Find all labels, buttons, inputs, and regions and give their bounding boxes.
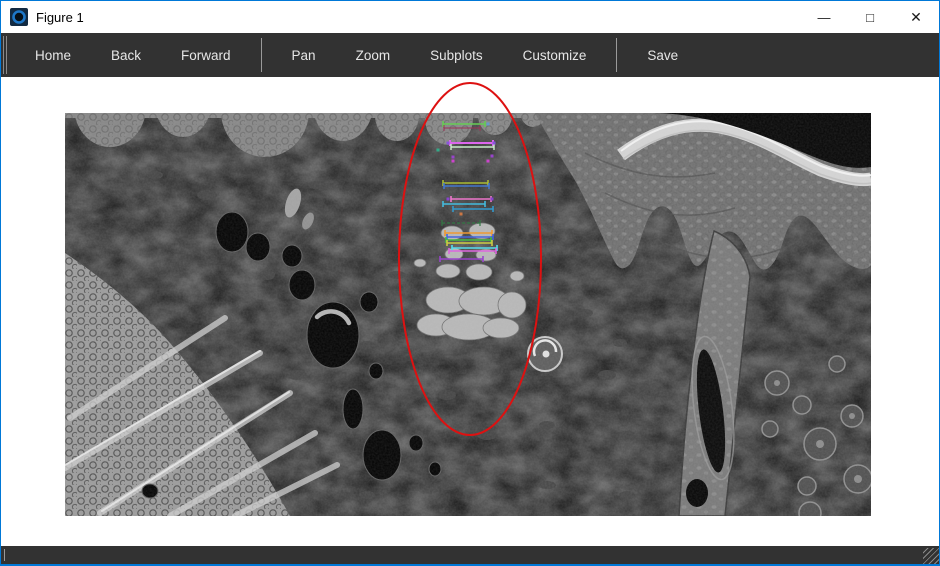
resize-grip[interactable] [923, 548, 939, 564]
toolbar-separator [616, 38, 617, 72]
pan-button[interactable]: Pan [278, 38, 330, 73]
maximize-button[interactable]: □ [847, 1, 893, 33]
status-bar [1, 546, 939, 564]
toolbar-separator [261, 38, 262, 72]
matplotlib-icon [10, 8, 28, 26]
customize-button[interactable]: Customize [509, 38, 601, 73]
subplots-button[interactable]: Subplots [416, 38, 497, 73]
zoom-button[interactable]: Zoom [342, 38, 405, 73]
toolbar: Home Back Forward Pan Zoom Subplots Cust… [1, 33, 939, 77]
minimize-button[interactable]: — [801, 1, 847, 33]
window-controls: — □ ✕ [801, 1, 939, 33]
back-button[interactable]: Back [97, 38, 155, 73]
window-title: Figure 1 [36, 10, 84, 25]
title-bar: Figure 1 — □ ✕ [1, 1, 939, 33]
home-button[interactable]: Home [21, 38, 85, 73]
statusbar-grip-handle[interactable] [4, 549, 6, 561]
save-button[interactable]: Save [633, 38, 692, 73]
histology-image [65, 113, 871, 516]
toolbar-grip-handle[interactable] [3, 36, 7, 74]
figure-window: Figure 1 — □ ✕ Home Back Forward Pan Zoo… [0, 0, 940, 566]
forward-button[interactable]: Forward [167, 38, 245, 73]
close-button[interactable]: ✕ [893, 1, 939, 33]
